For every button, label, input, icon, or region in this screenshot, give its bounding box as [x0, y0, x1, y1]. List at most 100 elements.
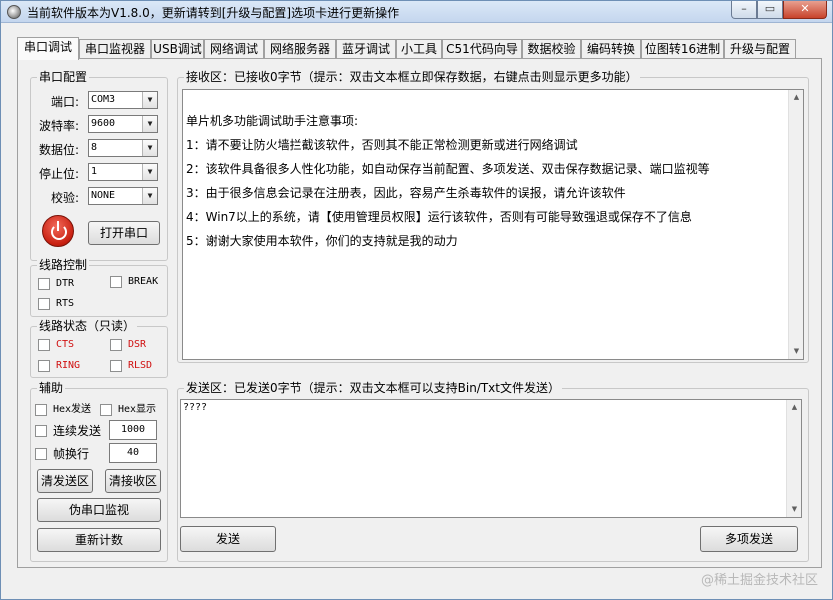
- frame-length-input[interactable]: 40: [109, 443, 157, 463]
- scroll-down-icon[interactable]: ▼: [789, 344, 803, 359]
- hex-show-check-box[interactable]: [100, 404, 112, 416]
- dtr-checkbox[interactable]: DTR: [38, 277, 88, 291]
- hex-send-check-box[interactable]: [35, 404, 47, 416]
- frame-newline-label: 帧换行: [53, 447, 90, 461]
- parity-label: 校验:: [50, 191, 79, 205]
- receive-line: 3：由于很多信息会记录在注册表，因此，容易产生杀毒软件的误报，请允许该软件: [186, 186, 626, 200]
- hex-show-label: Hex显示: [118, 404, 157, 415]
- receive-title: 接收区：已接收0字节（提示：双击文本框立即保存数据，右键点击则显示更多功能）: [184, 70, 640, 84]
- hex-send-label: Hex发送: [53, 404, 92, 415]
- databits-select[interactable]: 8 ▼: [88, 139, 158, 157]
- close-button[interactable]: ✕: [783, 1, 827, 19]
- chevron-down-icon[interactable]: ▼: [142, 92, 157, 108]
- fake-monitor-button[interactable]: 伪串口监视: [37, 498, 161, 522]
- frame-newline-check-box[interactable]: [35, 448, 47, 460]
- send-button[interactable]: 发送: [180, 526, 276, 552]
- clear-send-button[interactable]: 清发送区: [37, 469, 93, 493]
- send-scrollbar[interactable]: ▲ ▼: [786, 400, 801, 517]
- chevron-down-icon[interactable]: ▼: [142, 164, 157, 180]
- serial-config-group: 串口配置 端口: COM3 ▼ 波特率: 9600 ▼ 数据位: 8 ▼ 停止位…: [30, 70, 168, 261]
- tab-encoding[interactable]: 编码转换: [581, 39, 641, 59]
- minimize-button[interactable]: –: [731, 1, 757, 19]
- receive-line: 4：Win7以上的系统，请【使用管理员权限】运行该软件，否则有可能导致强退或保存…: [186, 210, 692, 224]
- line-status-group: 线路状态（只读） CTS DSR RING RLSD: [30, 319, 168, 378]
- rlsd-checkbox: RLSD: [110, 359, 166, 373]
- break-label: BREAK: [128, 276, 159, 287]
- dsr-checkbox: DSR: [110, 338, 160, 352]
- receive-line: 5：谢谢大家使用本软件，你们的支持就是我的动力: [186, 234, 458, 248]
- rlsd-label: RLSD: [128, 360, 153, 371]
- baud-select[interactable]: 9600 ▼: [88, 115, 158, 133]
- tab-network-debug[interactable]: 网络调试: [204, 39, 264, 59]
- rts-check-box[interactable]: [38, 298, 50, 310]
- dtr-label: DTR: [56, 278, 75, 289]
- tab-network-server[interactable]: 网络服务器: [264, 39, 336, 59]
- tab-tools[interactable]: 小工具: [396, 39, 442, 59]
- tab-upgrade-config[interactable]: 升级与配置: [724, 39, 796, 59]
- stopbits-select[interactable]: 1 ▼: [88, 163, 158, 181]
- aux-group: 辅助 Hex发送 Hex显示 连续发送 1000 帧换行 40 清发送区 清接收…: [30, 381, 168, 562]
- break-checkbox[interactable]: BREAK: [110, 275, 166, 289]
- app-window: 当前软件版本为V1.8.0，更新请转到[升级与配置]选项卡进行更新操作 – ▭ …: [0, 0, 833, 600]
- tab-serial-debug[interactable]: 串口调试: [17, 37, 79, 60]
- receive-scrollbar[interactable]: ▲ ▼: [788, 90, 803, 359]
- frame-newline-checkbox[interactable]: 帧换行: [35, 447, 99, 461]
- recount-button[interactable]: 重新计数: [37, 528, 161, 552]
- tab-data-check[interactable]: 数据校验: [522, 39, 581, 59]
- continuous-send-check-box[interactable]: [35, 425, 47, 437]
- scroll-up-icon[interactable]: ▲: [787, 400, 801, 415]
- maximize-button[interactable]: ▭: [757, 1, 783, 19]
- open-port-button[interactable]: 打开串口: [88, 221, 160, 245]
- send-title: 发送区：已发送0字节（提示：双击文本框可以支持Bin/Txt文件发送）: [184, 381, 562, 395]
- send-content: ????: [183, 402, 208, 413]
- ring-check-box: [38, 360, 50, 372]
- databits-label: 数据位:: [38, 143, 79, 157]
- dsr-check-box: [110, 339, 122, 351]
- receive-line: 1：请不要让防火墙拦截该软件，否则其不能正常检测更新或进行网络调试: [186, 138, 578, 152]
- clear-recv-button[interactable]: 清接收区: [105, 469, 161, 493]
- continuous-send-checkbox[interactable]: 连续发送: [35, 424, 105, 438]
- title-bar: 当前软件版本为V1.8.0，更新请转到[升级与配置]选项卡进行更新操作 – ▭ …: [1, 1, 832, 23]
- dsr-label: DSR: [128, 339, 147, 350]
- tab-bitmap-hex[interactable]: 位图转16进制: [641, 39, 724, 59]
- tab-serial-monitor[interactable]: 串口监视器: [79, 39, 151, 59]
- cts-label: CTS: [56, 339, 75, 350]
- cts-checkbox: CTS: [38, 338, 88, 352]
- receive-line: 2：该软件具备很多人性化功能，如自动保存当前配置、多项发送、双击保存数据记录、端…: [186, 162, 710, 176]
- cts-check-box: [38, 339, 50, 351]
- parity-select[interactable]: NONE ▼: [88, 187, 158, 205]
- chevron-down-icon[interactable]: ▼: [142, 188, 157, 204]
- chevron-down-icon[interactable]: ▼: [142, 116, 157, 132]
- port-value: COM3: [91, 94, 116, 105]
- aux-title: 辅助: [37, 381, 66, 395]
- chevron-down-icon[interactable]: ▼: [142, 140, 157, 156]
- tab-bar: 串口调试 串口监视器 USB调试 网络调试 网络服务器 蓝牙调试 小工具 C51…: [17, 37, 822, 60]
- parity-value: NONE: [91, 190, 116, 201]
- break-check-box[interactable]: [110, 276, 122, 288]
- send-textarea[interactable]: ???? ▲ ▼: [180, 399, 802, 518]
- port-label: 端口:: [50, 95, 79, 109]
- hex-send-checkbox[interactable]: Hex发送: [35, 403, 99, 417]
- rts-checkbox[interactable]: RTS: [38, 297, 88, 311]
- rlsd-check-box: [110, 360, 122, 372]
- ring-label: RING: [56, 360, 81, 371]
- baud-label: 波特率:: [38, 119, 79, 133]
- receive-textarea[interactable]: 单片机多功能调试助手注意事项: 1：请不要让防火墙拦截该软件，否则其不能正常检测…: [182, 89, 804, 360]
- scroll-up-icon[interactable]: ▲: [789, 90, 803, 105]
- tab-bluetooth-debug[interactable]: 蓝牙调试: [336, 39, 396, 59]
- receive-group: 接收区：已接收0字节（提示：双击文本框立即保存数据，右键点击则显示更多功能） 单…: [177, 70, 809, 363]
- multi-send-button[interactable]: 多项发送: [700, 526, 798, 552]
- tab-usb-debug[interactable]: USB调试: [151, 39, 204, 59]
- dtr-check-box[interactable]: [38, 278, 50, 290]
- continuous-interval-input[interactable]: 1000: [109, 420, 157, 440]
- scroll-down-icon[interactable]: ▼: [787, 502, 801, 517]
- port-select[interactable]: COM3 ▼: [88, 91, 158, 109]
- databits-value: 8: [91, 142, 98, 153]
- line-control-group: 线路控制 DTR BREAK RTS: [30, 258, 168, 317]
- tab-c51-wizard[interactable]: C51代码向导: [442, 39, 522, 59]
- power-icon[interactable]: [42, 215, 74, 247]
- hex-show-checkbox[interactable]: Hex显示: [100, 403, 166, 417]
- baud-value: 9600: [91, 118, 116, 129]
- app-icon: [7, 5, 21, 19]
- continuous-send-label: 连续发送: [53, 424, 102, 438]
